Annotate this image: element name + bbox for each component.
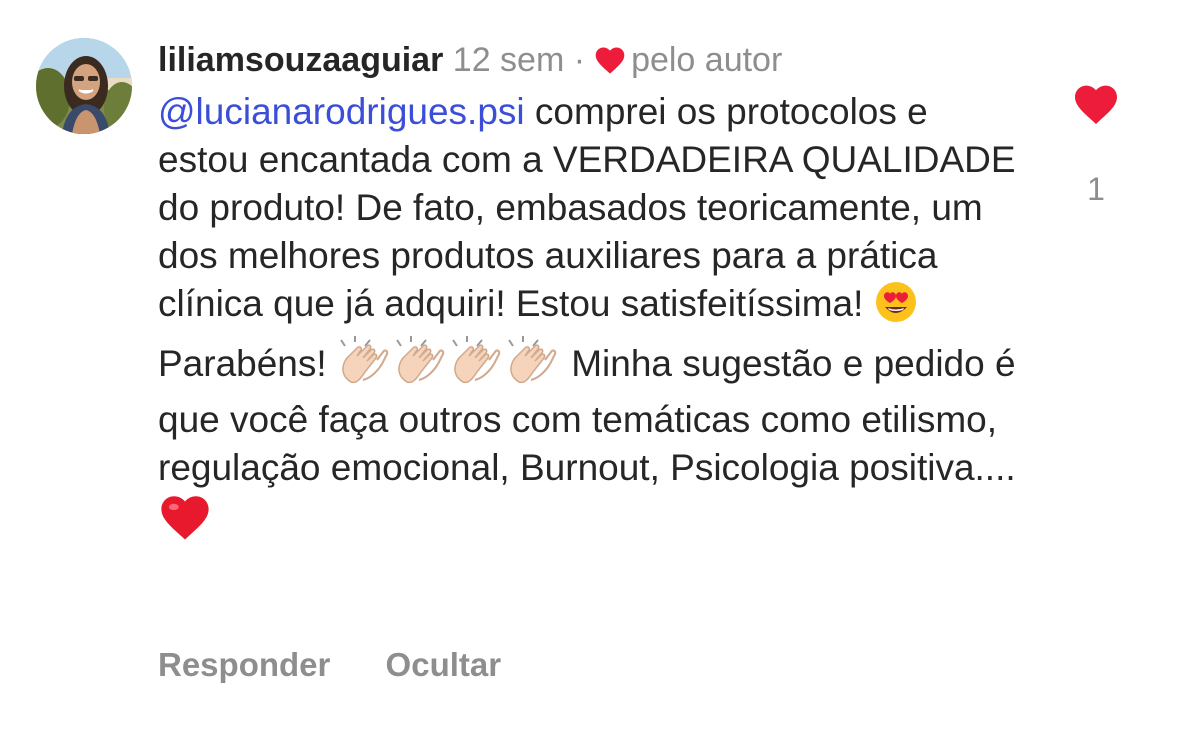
comment-text: @lucianarodrigues.psi comprei os protoco… (158, 88, 1018, 554)
clap-emoji-icon (449, 336, 505, 396)
red-heart-emoji-icon (158, 492, 212, 554)
heart-eyes-emoji-icon (874, 280, 918, 336)
clap-emoji-icon (337, 336, 393, 396)
liked-by-author-label: pelo autor (631, 41, 783, 79)
reply-button[interactable]: Responder (158, 646, 330, 683)
comment-actions: Responder Ocultar (158, 646, 547, 684)
mention-link[interactable]: @lucianarodrigues.psi (158, 91, 525, 132)
clap-emoji-icon (393, 336, 449, 396)
comment-text-part2: Parabéns! (158, 343, 337, 384)
like-count[interactable]: 1 (1068, 171, 1124, 208)
comment-header: liliamsouzaaguiar 12 sem · pelo autor (158, 36, 1018, 88)
hide-button[interactable]: Ocultar (386, 646, 502, 683)
like-column: 1 (1068, 82, 1124, 208)
comment-body: liliamsouzaaguiar 12 sem · pelo autor @lu… (158, 36, 1018, 554)
clap-emoji-icon (505, 336, 561, 396)
username[interactable]: liliamsouzaaguiar (158, 41, 443, 79)
like-heart-icon[interactable] (1068, 82, 1124, 131)
avatar[interactable] (36, 38, 132, 134)
separator: · (573, 41, 586, 79)
heart-icon (593, 40, 627, 88)
comment-item: liliamsouzaaguiar 12 sem · pelo autor @lu… (0, 0, 1179, 729)
avatar-image (36, 38, 132, 134)
timestamp: 12 sem (452, 41, 565, 79)
